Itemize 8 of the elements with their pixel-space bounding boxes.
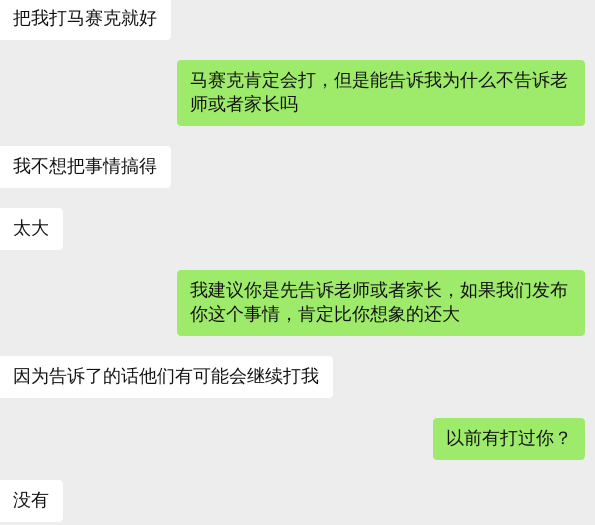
received-message-bubble: 我不想把事情搞得	[0, 146, 171, 188]
sent-message-bubble: 马赛克肯定会打，但是能告诉我为什么不告诉老师或者家长吗	[177, 60, 585, 126]
received-message-bubble: 没有	[0, 480, 63, 522]
sent-message-bubble: 我建议你是先告诉老师或者家长，如果我们发布你这个事情，肯定比你想象的还大	[177, 270, 585, 336]
received-message-bubble: 太大	[0, 208, 63, 250]
sent-message-bubble: 以前有打过你？	[433, 418, 585, 460]
received-message-bubble: 把我打马赛克就好	[0, 0, 171, 40]
received-message-bubble: 因为告诉了的话他们有可能会继续打我	[0, 356, 333, 398]
